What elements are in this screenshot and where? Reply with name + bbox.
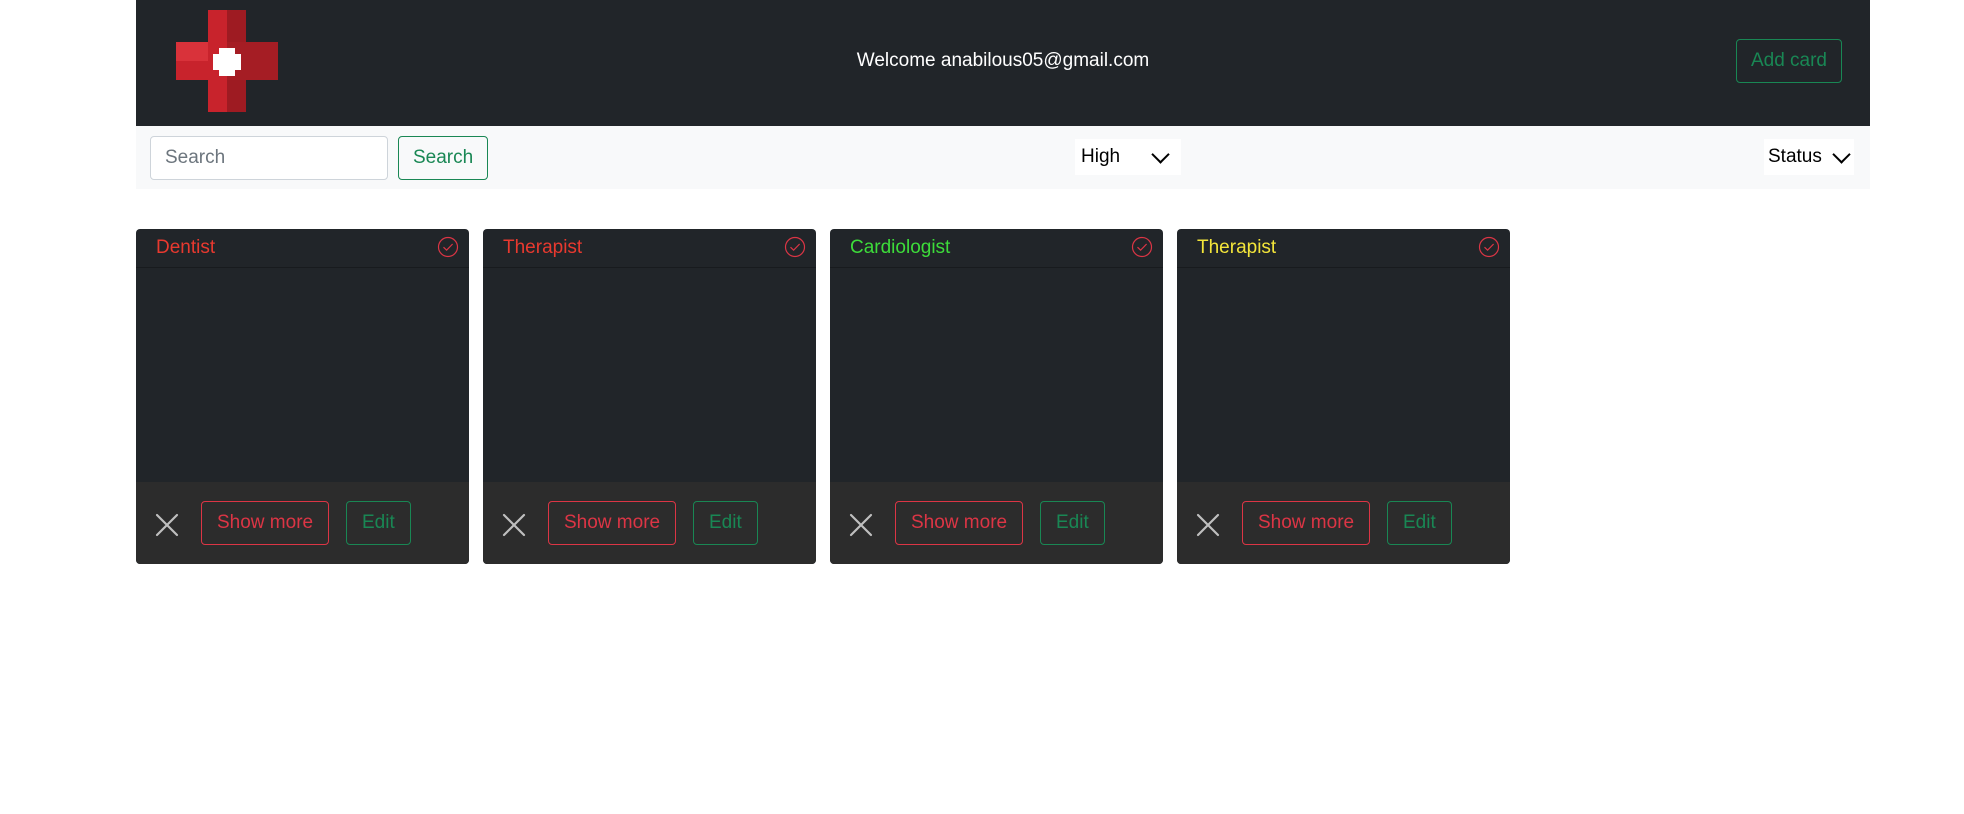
card-footer: Show more Edit xyxy=(483,482,816,564)
welcome-text: Welcome anabilous05@gmail.com xyxy=(856,50,1150,71)
card-body xyxy=(830,268,1163,483)
priority-select-value: High xyxy=(1081,146,1121,167)
close-icon[interactable] xyxy=(848,512,874,538)
card-title: Therapist xyxy=(1197,237,1277,258)
card-title: Dentist xyxy=(156,237,216,258)
check-circle-icon[interactable] xyxy=(784,236,806,258)
visit-card: Therapist Show more Edit xyxy=(1177,229,1510,564)
edit-button[interactable]: Edit xyxy=(1040,501,1105,545)
top-header: Welcome anabilous05@gmail.com Add card xyxy=(136,0,1870,126)
card-header: Cardiologist xyxy=(830,229,1163,268)
visit-card: Dentist Show more Edit xyxy=(136,229,469,564)
show-more-button[interactable]: Show more xyxy=(201,501,330,545)
visit-card: Cardiologist Show more Edit xyxy=(830,229,1163,564)
add-card-button[interactable]: Add card xyxy=(1735,39,1842,83)
show-more-button[interactable]: Show more xyxy=(895,501,1024,545)
card-header: Therapist xyxy=(483,229,816,268)
cards-grid: Dentist Show more Edit Therapist Show mo… xyxy=(136,229,1510,564)
edit-button[interactable]: Edit xyxy=(346,501,411,545)
close-icon[interactable] xyxy=(501,512,527,538)
edit-button[interactable]: Edit xyxy=(1387,501,1452,545)
card-footer: Show more Edit xyxy=(1177,482,1510,564)
card-body xyxy=(483,268,816,483)
search-button[interactable]: Search xyxy=(398,136,489,180)
show-more-button[interactable]: Show more xyxy=(1242,501,1371,545)
search-input[interactable] xyxy=(150,136,388,180)
filter-toolbar: Search High Status xyxy=(136,126,1870,189)
show-more-button[interactable]: Show more xyxy=(548,501,677,545)
check-circle-icon[interactable] xyxy=(1131,236,1153,258)
card-footer: Show more Edit xyxy=(830,482,1163,564)
close-icon[interactable] xyxy=(1195,512,1221,538)
card-title: Cardiologist xyxy=(850,237,951,258)
priority-select[interactable]: High xyxy=(1075,139,1181,175)
visit-card: Therapist Show more Edit xyxy=(483,229,816,564)
status-select-value: Status xyxy=(1768,146,1822,167)
card-body xyxy=(136,268,469,483)
card-header: Dentist xyxy=(136,229,469,268)
edit-button[interactable]: Edit xyxy=(693,501,758,545)
check-circle-icon[interactable] xyxy=(437,236,459,258)
check-circle-icon[interactable] xyxy=(1478,236,1500,258)
chevron-down-icon xyxy=(1832,144,1851,164)
card-header: Therapist xyxy=(1177,229,1510,268)
close-icon[interactable] xyxy=(154,512,180,538)
card-footer: Show more Edit xyxy=(136,482,469,564)
status-select[interactable]: Status xyxy=(1764,139,1854,175)
card-title: Therapist xyxy=(503,237,583,258)
card-body xyxy=(1177,268,1510,483)
app-container: Welcome anabilous05@gmail.com Add card S… xyxy=(136,0,1870,189)
chevron-down-icon xyxy=(1151,144,1170,164)
